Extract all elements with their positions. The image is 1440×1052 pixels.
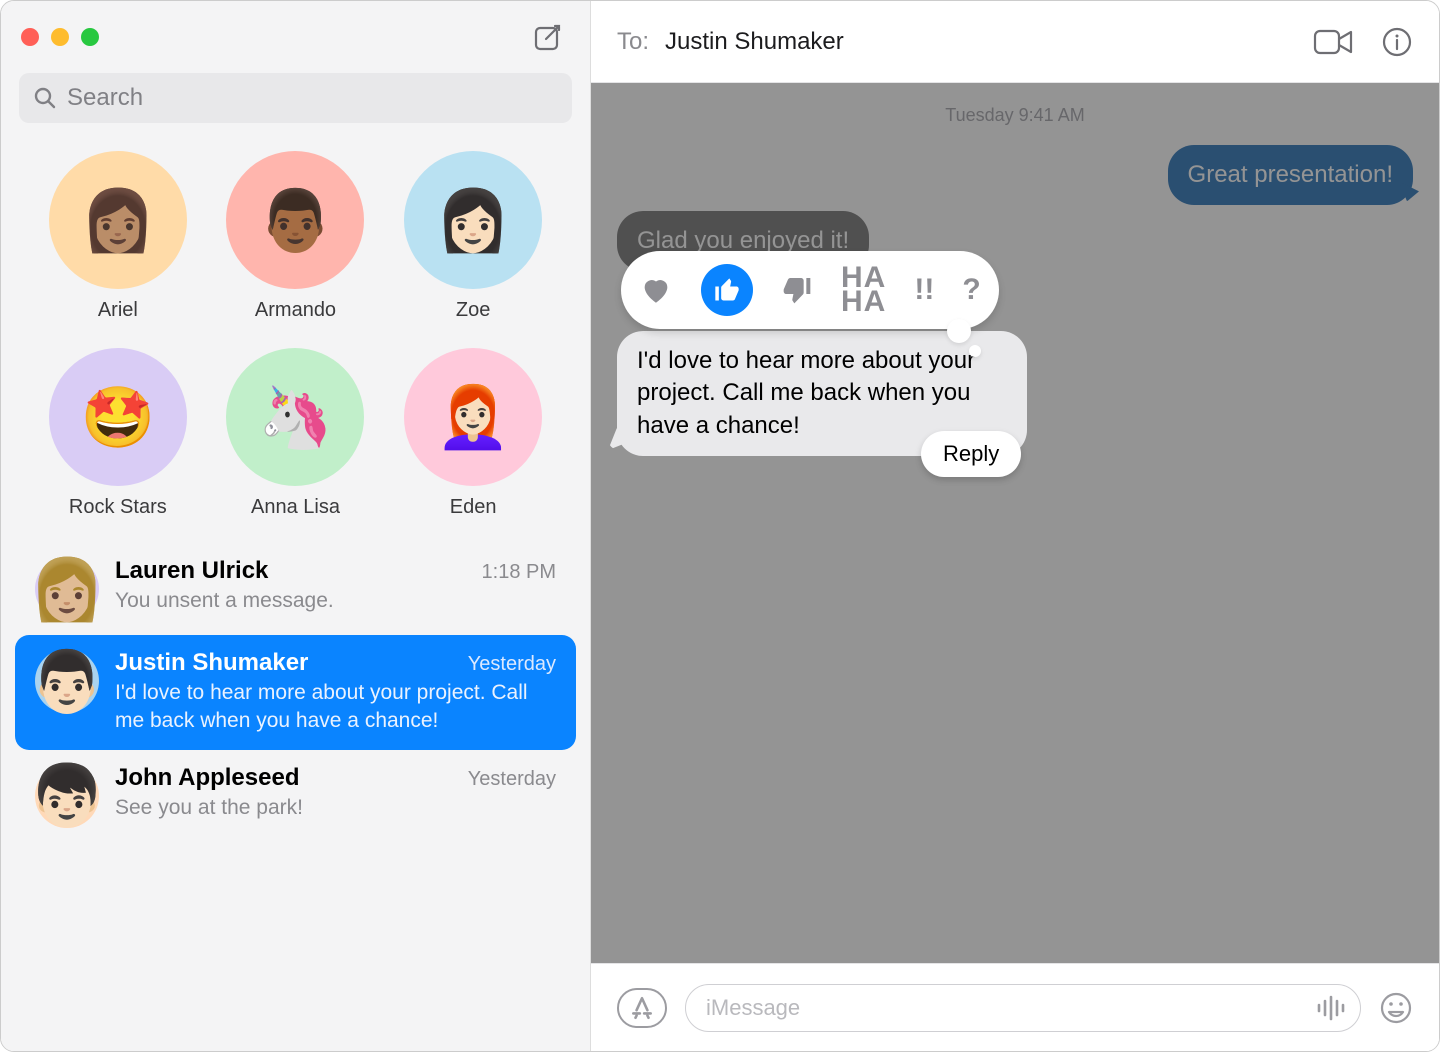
thumbs-down-icon — [781, 274, 813, 306]
chat-header: To: Justin Shumaker — [591, 1, 1439, 83]
pinned-name: Ariel — [29, 299, 207, 322]
conversation-time: 1:18 PM — [482, 561, 556, 584]
pinned-contact-ariel[interactable]: 👩🏽 Ariel — [29, 151, 207, 322]
conversation-lauren[interactable]: 👩🏼 Lauren Ulrick 1:18 PM You unsent a me… — [15, 543, 576, 635]
tapback-heart[interactable] — [639, 273, 673, 307]
close-window-button[interactable] — [21, 28, 39, 46]
search-field[interactable] — [19, 73, 572, 123]
avatar: 👩🏽 — [49, 151, 187, 289]
details-button[interactable] — [1381, 26, 1413, 58]
compose-button[interactable] — [526, 15, 570, 59]
conversation-preview: You unsent a message. — [115, 587, 556, 615]
avatar: 👨🏻 — [35, 649, 99, 713]
minimize-window-button[interactable] — [51, 28, 69, 46]
reply-button[interactable]: Reply — [921, 431, 1021, 477]
emoji-picker-button[interactable] — [1379, 991, 1413, 1025]
tapback-haha[interactable]: HAHA — [841, 266, 886, 314]
conversation-content: Justin Shumaker Yesterday I'd love to he… — [115, 649, 556, 736]
pinned-contact-zoe[interactable]: 👩🏻 Zoe — [384, 151, 562, 322]
avatar: 👨🏾 — [226, 151, 364, 289]
waveform-icon — [1316, 995, 1346, 1021]
titlebar — [1, 1, 590, 73]
conversation-time: Yesterday — [468, 768, 556, 791]
search-icon — [33, 86, 57, 110]
message-input[interactable] — [706, 995, 1316, 1021]
tapback-thumbs-down[interactable] — [781, 274, 813, 306]
conversation-content: Lauren Ulrick 1:18 PM You unsent a messa… — [115, 557, 556, 615]
tapback-tail — [947, 319, 971, 343]
avatar: 👩🏻 — [404, 151, 542, 289]
conversation-name: John Appleseed — [115, 764, 299, 792]
conversation-john[interactable]: 👦🏻 John Appleseed Yesterday See you at t… — [15, 750, 576, 842]
tapback-exclaim[interactable]: !! — [914, 273, 934, 307]
avatar: 👩🏻‍🦰 — [404, 348, 542, 486]
search-container — [1, 73, 590, 133]
smiley-icon — [1379, 991, 1413, 1025]
conversation-justin[interactable]: 👨🏻 Justin Shumaker Yesterday I'd love to… — [15, 635, 576, 750]
pinned-name: Armando — [207, 299, 385, 322]
pinned-name: Eden — [384, 496, 562, 519]
conversation-preview: I'd love to hear more about your project… — [115, 679, 556, 736]
composer — [591, 963, 1439, 1051]
voice-message-button[interactable] — [1316, 995, 1346, 1021]
thumbs-up-icon — [713, 276, 741, 304]
pinned-contact-annalisa[interactable]: 🦄 Anna Lisa — [207, 348, 385, 519]
to-name: Justin Shumaker — [665, 28, 844, 56]
conversation-time: Yesterday — [468, 653, 556, 676]
header-actions — [1313, 26, 1413, 58]
pinned-contact-eden[interactable]: 👩🏻‍🦰 Eden — [384, 348, 562, 519]
avatar: 🦄 — [226, 348, 364, 486]
conversation-content: John Appleseed Yesterday See you at the … — [115, 764, 556, 822]
avatar: 👦🏻 — [35, 764, 99, 828]
tapback-dim-overlay — [591, 83, 1439, 963]
pinned-grid: 👩🏽 Ariel 👨🏾 Armando 👩🏻 Zoe 🤩 Rock Stars … — [1, 133, 590, 529]
tapback-tail — [969, 345, 981, 357]
heart-icon — [639, 273, 673, 307]
tapback-menu: HAHA !! ? — [621, 251, 999, 329]
video-icon — [1313, 28, 1353, 56]
info-icon — [1381, 26, 1413, 58]
tapback-question[interactable]: ? — [962, 273, 980, 307]
message-input-container[interactable] — [685, 984, 1361, 1032]
pinned-contact-armando[interactable]: 👨🏾 Armando — [207, 151, 385, 322]
pinned-name: Rock Stars — [29, 496, 207, 519]
apps-button[interactable] — [617, 988, 667, 1028]
conversation-name: Lauren Ulrick — [115, 557, 268, 585]
pinned-name: Anna Lisa — [207, 496, 385, 519]
conversation-name: Justin Shumaker — [115, 649, 308, 677]
compose-icon — [532, 21, 564, 53]
messages-window: 👩🏽 Ariel 👨🏾 Armando 👩🏻 Zoe 🤩 Rock Stars … — [0, 0, 1440, 1052]
search-input[interactable] — [67, 84, 558, 112]
facetime-button[interactable] — [1313, 26, 1353, 58]
fullscreen-window-button[interactable] — [81, 28, 99, 46]
sidebar: 👩🏽 Ariel 👨🏾 Armando 👩🏻 Zoe 🤩 Rock Stars … — [1, 1, 591, 1051]
window-controls — [21, 28, 99, 46]
conversation-list: 👩🏼 Lauren Ulrick 1:18 PM You unsent a me… — [1, 529, 590, 1051]
to-label: To: — [617, 28, 649, 56]
chat-body: Tuesday 9:41 AM Great presentation! Glad… — [591, 83, 1439, 963]
appstore-icon — [629, 995, 655, 1021]
conversation-preview: See you at the park! — [115, 794, 556, 822]
pinned-name: Zoe — [384, 299, 562, 322]
tapback-thumbs-up[interactable] — [701, 264, 753, 316]
avatar: 👩🏼 — [35, 557, 99, 621]
pinned-contact-rockstars[interactable]: 🤩 Rock Stars — [29, 348, 207, 519]
avatar: 🤩 — [49, 348, 187, 486]
chat-pane: To: Justin Shumaker — [591, 1, 1439, 1051]
